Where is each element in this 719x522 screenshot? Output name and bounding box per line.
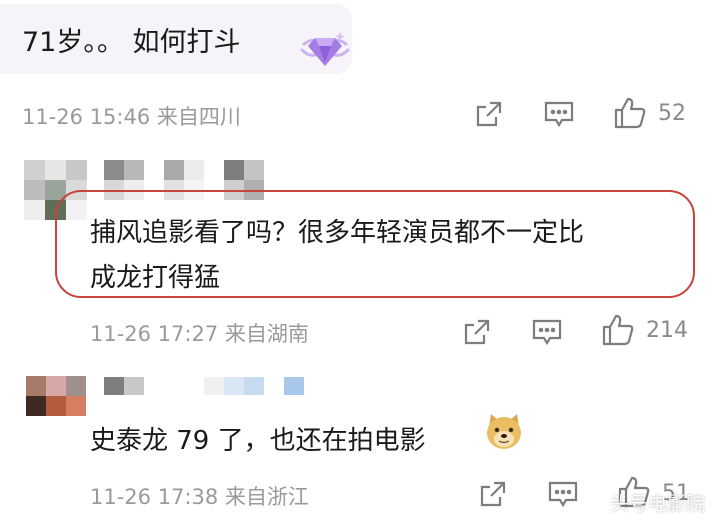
thumbs-up-icon[interactable] (613, 96, 647, 130)
thumbs-up-icon[interactable] (601, 313, 635, 347)
comment-3-time: 11-26 17:38 (90, 485, 219, 509)
comment-1-location: 来自四川 (156, 105, 241, 129)
share-icon[interactable] (478, 479, 508, 509)
comment-icon[interactable] (547, 479, 579, 509)
share-icon[interactable] (474, 99, 504, 129)
comment-icon[interactable] (531, 317, 563, 347)
comment-2-text-line2: 成龙打得猛 (90, 263, 221, 293)
comment-1-like-count: 52 (658, 101, 686, 126)
comment-1-time: 11-26 15:46 (22, 105, 151, 129)
comment-3-location: 来自浙江 (224, 485, 309, 509)
share-icon[interactable] (462, 317, 492, 347)
comment-2-text-line1: 捕风追影看了吗？很多年轻演员都不一定比 (90, 218, 585, 248)
comment-2-location: 来自湖南 (224, 322, 309, 346)
doge-emoji-icon (483, 411, 525, 451)
comment-icon[interactable] (543, 99, 575, 129)
comment-3-text: 史泰龙 79 了，也还在拍电影 (90, 426, 426, 456)
username-blurred[interactable] (104, 377, 304, 395)
comment-1-meta: 11-26 15:46 来自四川 (22, 101, 241, 131)
comment-2-like-count: 214 (646, 318, 688, 343)
avatar[interactable] (26, 376, 86, 416)
diamond-badge-icon (298, 28, 352, 72)
comment-2-time: 11-26 17:27 (90, 322, 219, 346)
comment-2-meta: 11-26 17:27 来自湖南 (90, 318, 309, 348)
comment-1-text: 71岁。。 如何打斗 (22, 27, 241, 58)
watermark: 头号电影院 (610, 493, 706, 515)
comment-3-meta: 11-26 17:38 来自浙江 (90, 481, 309, 511)
